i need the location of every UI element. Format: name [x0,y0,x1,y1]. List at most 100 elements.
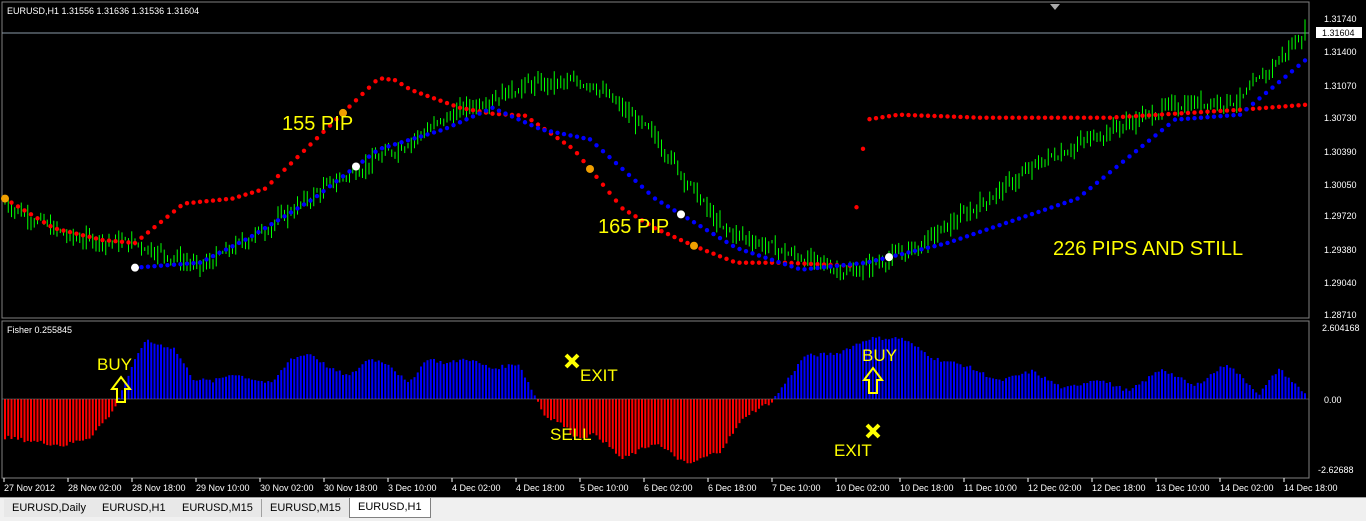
blue-line-dot [184,261,190,266]
annotation-165-pip: 165 PIP [598,216,669,238]
blue-line-dot [600,149,606,154]
blue-line-dot [1036,209,1041,215]
exit-label-1: EXIT [580,366,618,385]
fisher-tick: -2.62688 [1318,465,1354,475]
blue-line-dot [386,144,391,149]
red-line-dot [1159,112,1165,117]
annotation-155-pip: 155 PIP [282,113,353,135]
blue-line-dot [711,231,716,237]
blue-line-dot [717,235,723,241]
red-line-dot [1270,105,1275,110]
red-line-dot [808,261,814,267]
blue-line-dot [1107,170,1113,175]
red-line-dot [210,198,216,203]
red-line-dot [854,205,859,210]
red-line-dot [1094,115,1100,120]
blue-line-dot [464,117,469,122]
red-line-dot [1068,115,1074,120]
red-line-dot [392,77,398,83]
blue-line-dot [1062,200,1067,206]
blue-line-dot [1140,143,1145,149]
tab-eurusd-m15[interactable]: EURUSD,M15 [174,499,262,517]
red-line-dot [314,135,320,141]
tab-eurusd-m15-2[interactable]: EURUSD,M15 [262,499,350,517]
blue-line-dot [899,251,905,257]
red-line-dot [958,114,963,120]
red-line-dot [1146,113,1152,118]
blue-line-dot [223,247,229,252]
blue-line-dot [769,257,775,263]
blue-line-dot [425,132,430,137]
chart-canvas[interactable]: EURUSD,H1 1.31556 1.31636 1.31536 1.3160… [0,0,1366,497]
blue-line-dot [828,264,833,269]
blue-line-dot [1133,149,1139,154]
chart-tab-bar: EURUSD,Daily EURUSD,H1 EURUSD,M15 EURUSD… [0,497,1366,521]
time-tick-label: 27 Nov 2012 [4,483,55,493]
red-line-dot [67,229,73,235]
blue-line-dot [1179,116,1184,122]
red-line-dot [802,261,807,266]
blue-line-dot [347,169,352,174]
blue-line-dot [418,134,424,139]
red-line-dot [1205,109,1210,114]
blue-line-dot [431,130,437,135]
red-line-dot [418,91,424,96]
time-tick-label: 29 Nov 10:00 [196,483,250,493]
red-line-dot [522,113,528,118]
blue-line-dot [977,229,983,235]
blue-line-dot [1114,164,1119,170]
blue-line-dot [873,258,879,263]
red-line-dot [61,228,66,233]
price-tick: 1.30390 [1324,147,1357,157]
time-tick-label: 14 Dec 18:00 [1284,483,1338,493]
blue-line-dot [561,131,567,137]
blue-line-dot [646,190,651,195]
red-line-dot [925,113,931,118]
red-line-dot [217,197,222,203]
red-line-dot [262,186,268,191]
red-line-dot [1029,115,1035,120]
red-line-dot [737,260,742,265]
blue-line-dot [834,263,840,269]
red-line-dot [412,89,417,94]
main-chart-header: EURUSD,H1 1.31556 1.31636 1.31536 1.3160… [7,6,199,16]
red-line-dot [717,254,723,259]
red-line-dot [386,77,391,82]
red-line-dot [912,113,918,118]
time-tick-label: 30 Nov 18:00 [324,483,378,493]
red-line-dot [282,167,287,172]
sell-signal-dot [690,241,698,250]
tab-eurusd-h1[interactable]: EURUSD,H1 [94,499,175,517]
blue-line-dot [1120,159,1126,164]
red-line-dot [938,114,944,119]
blue-line-dot [165,262,170,268]
blue-line-dot [295,206,300,211]
red-line-dot [230,196,235,201]
red-line-dot [80,233,86,238]
blue-line-dot [860,260,866,266]
red-line-dot [301,148,307,154]
red-line-dot [1055,115,1061,120]
red-line-dot [243,192,248,197]
red-line-dot [308,142,313,147]
tab-eurusd-h1-active[interactable]: EURUSD,H1 [349,498,431,518]
blue-line-dot [867,259,872,265]
red-line-dot [275,173,281,179]
fisher-tick: 2.604168 [1322,323,1360,333]
blue-line-dot [698,224,703,229]
red-line-dot [951,114,957,119]
blue-line-dot [847,262,853,267]
red-line-dot [977,115,983,120]
blue-line-dot [1068,198,1074,203]
blue-line-dot [496,108,502,113]
tab-eurusd-daily[interactable]: EURUSD,Daily [4,499,95,517]
red-line-dot [1023,115,1028,120]
blue-line-dot [659,200,664,205]
red-line-dot [984,115,989,120]
red-line-dot [581,158,586,164]
blue-line-dot [1289,69,1295,74]
blue-line-dot [490,105,495,110]
blue-line-dot [451,122,456,128]
red-line-dot [1231,107,1236,113]
red-line-dot [171,209,177,214]
